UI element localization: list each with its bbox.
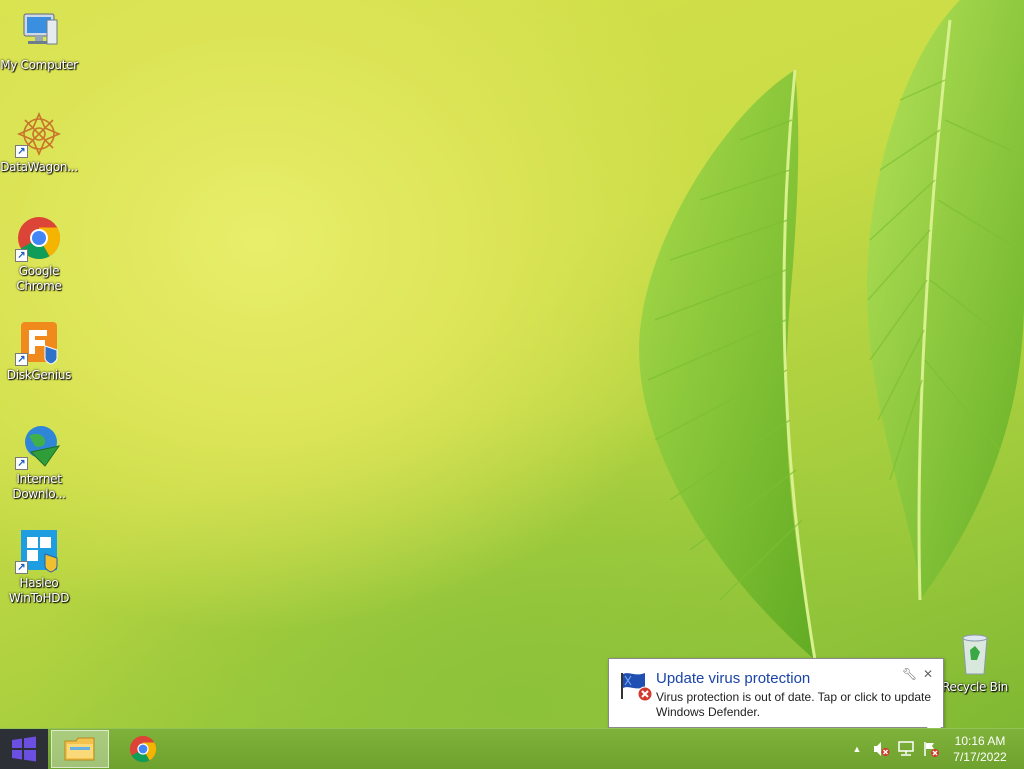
clock-date: 7/17/2022 — [953, 750, 1007, 764]
notification-title: Update virus protection — [656, 670, 811, 687]
desktop-icon-label: My Computer — [0, 58, 78, 72]
desktop-icon-label: Google Chrome — [16, 264, 62, 293]
shortcut-arrow-icon: ↗ — [15, 145, 28, 158]
wintohdd-icon: ↗ — [15, 526, 63, 574]
recycle-bin-icon — [951, 630, 999, 678]
start-button[interactable] — [0, 729, 48, 769]
defender-notification[interactable]: Update virus protection Virus protection… — [608, 658, 944, 728]
shortcut-arrow-icon: ↗ — [15, 249, 28, 262]
clock-time: 10:16 AM — [954, 734, 1006, 748]
desktop-icon-recycle-bin[interactable]: Recycle Bin — [936, 630, 1014, 695]
desktop-icon-my-computer[interactable]: My Computer — [0, 8, 78, 73]
diskgenius-icon: ↗ — [15, 318, 63, 366]
folder-icon — [64, 737, 95, 761]
system-clock[interactable]: 10:16 AM 7/17/2022 — [946, 733, 1014, 765]
desktop-icon-label: DataWagon... — [0, 160, 78, 174]
desktop[interactable]: My Computer ↗ DataWagon... ↗ Google Chro… — [0, 0, 1024, 728]
show-hidden-icons-arrow[interactable]: ▲ — [850, 729, 864, 769]
desktop-icon-datawagon[interactable]: ↗ DataWagon... — [0, 110, 78, 175]
shortcut-arrow-icon: ↗ — [15, 561, 28, 574]
computer-icon — [15, 8, 63, 56]
close-icon[interactable]: ✕ — [921, 667, 935, 681]
notification-body: Virus protection is out of date. Tap or … — [656, 690, 932, 719]
action-center-flag-error-icon[interactable] — [920, 729, 942, 769]
taskbar: ▲ 10:16 AM 7/17/2022 — [0, 728, 1024, 769]
desktop-icon-hasleo-wintohdd[interactable]: ↗ Hasleo WinToHDD — [0, 526, 78, 606]
windows-logo-icon — [12, 736, 36, 762]
desktop-icon-label: DiskGenius — [6, 368, 72, 382]
shortcut-arrow-icon: ↗ — [15, 457, 28, 470]
chrome-icon: ↗ — [15, 214, 63, 262]
desktop-icon-label: Hasleo WinToHDD — [8, 576, 70, 605]
internet-download-manager-icon: ↗ — [15, 422, 63, 470]
desktop-icon-internet-download-manager[interactable]: ↗ Internet Downlo... — [0, 422, 78, 502]
chrome-icon — [129, 735, 157, 763]
desktop-icon-label: Recycle Bin — [942, 680, 1008, 694]
taskbar-chrome[interactable] — [114, 730, 172, 768]
wallpaper-leaves — [639, 0, 1024, 661]
network-icon[interactable] — [895, 729, 917, 769]
desktop-icon-label: Internet Downlo... — [12, 472, 66, 501]
datawagon-icon: ↗ — [15, 110, 63, 158]
desktop-icon-diskgenius[interactable]: ↗ DiskGenius — [0, 318, 78, 383]
desktop-icon-google-chrome[interactable]: ↗ Google Chrome — [0, 214, 78, 294]
volume-muted-icon[interactable] — [870, 729, 892, 769]
shield-flag-error-icon — [619, 669, 653, 703]
shortcut-arrow-icon: ↗ — [15, 353, 28, 366]
taskbar-file-explorer[interactable] — [51, 730, 109, 768]
settings-wrench-icon[interactable]: 🔧︎ — [902, 667, 917, 681]
